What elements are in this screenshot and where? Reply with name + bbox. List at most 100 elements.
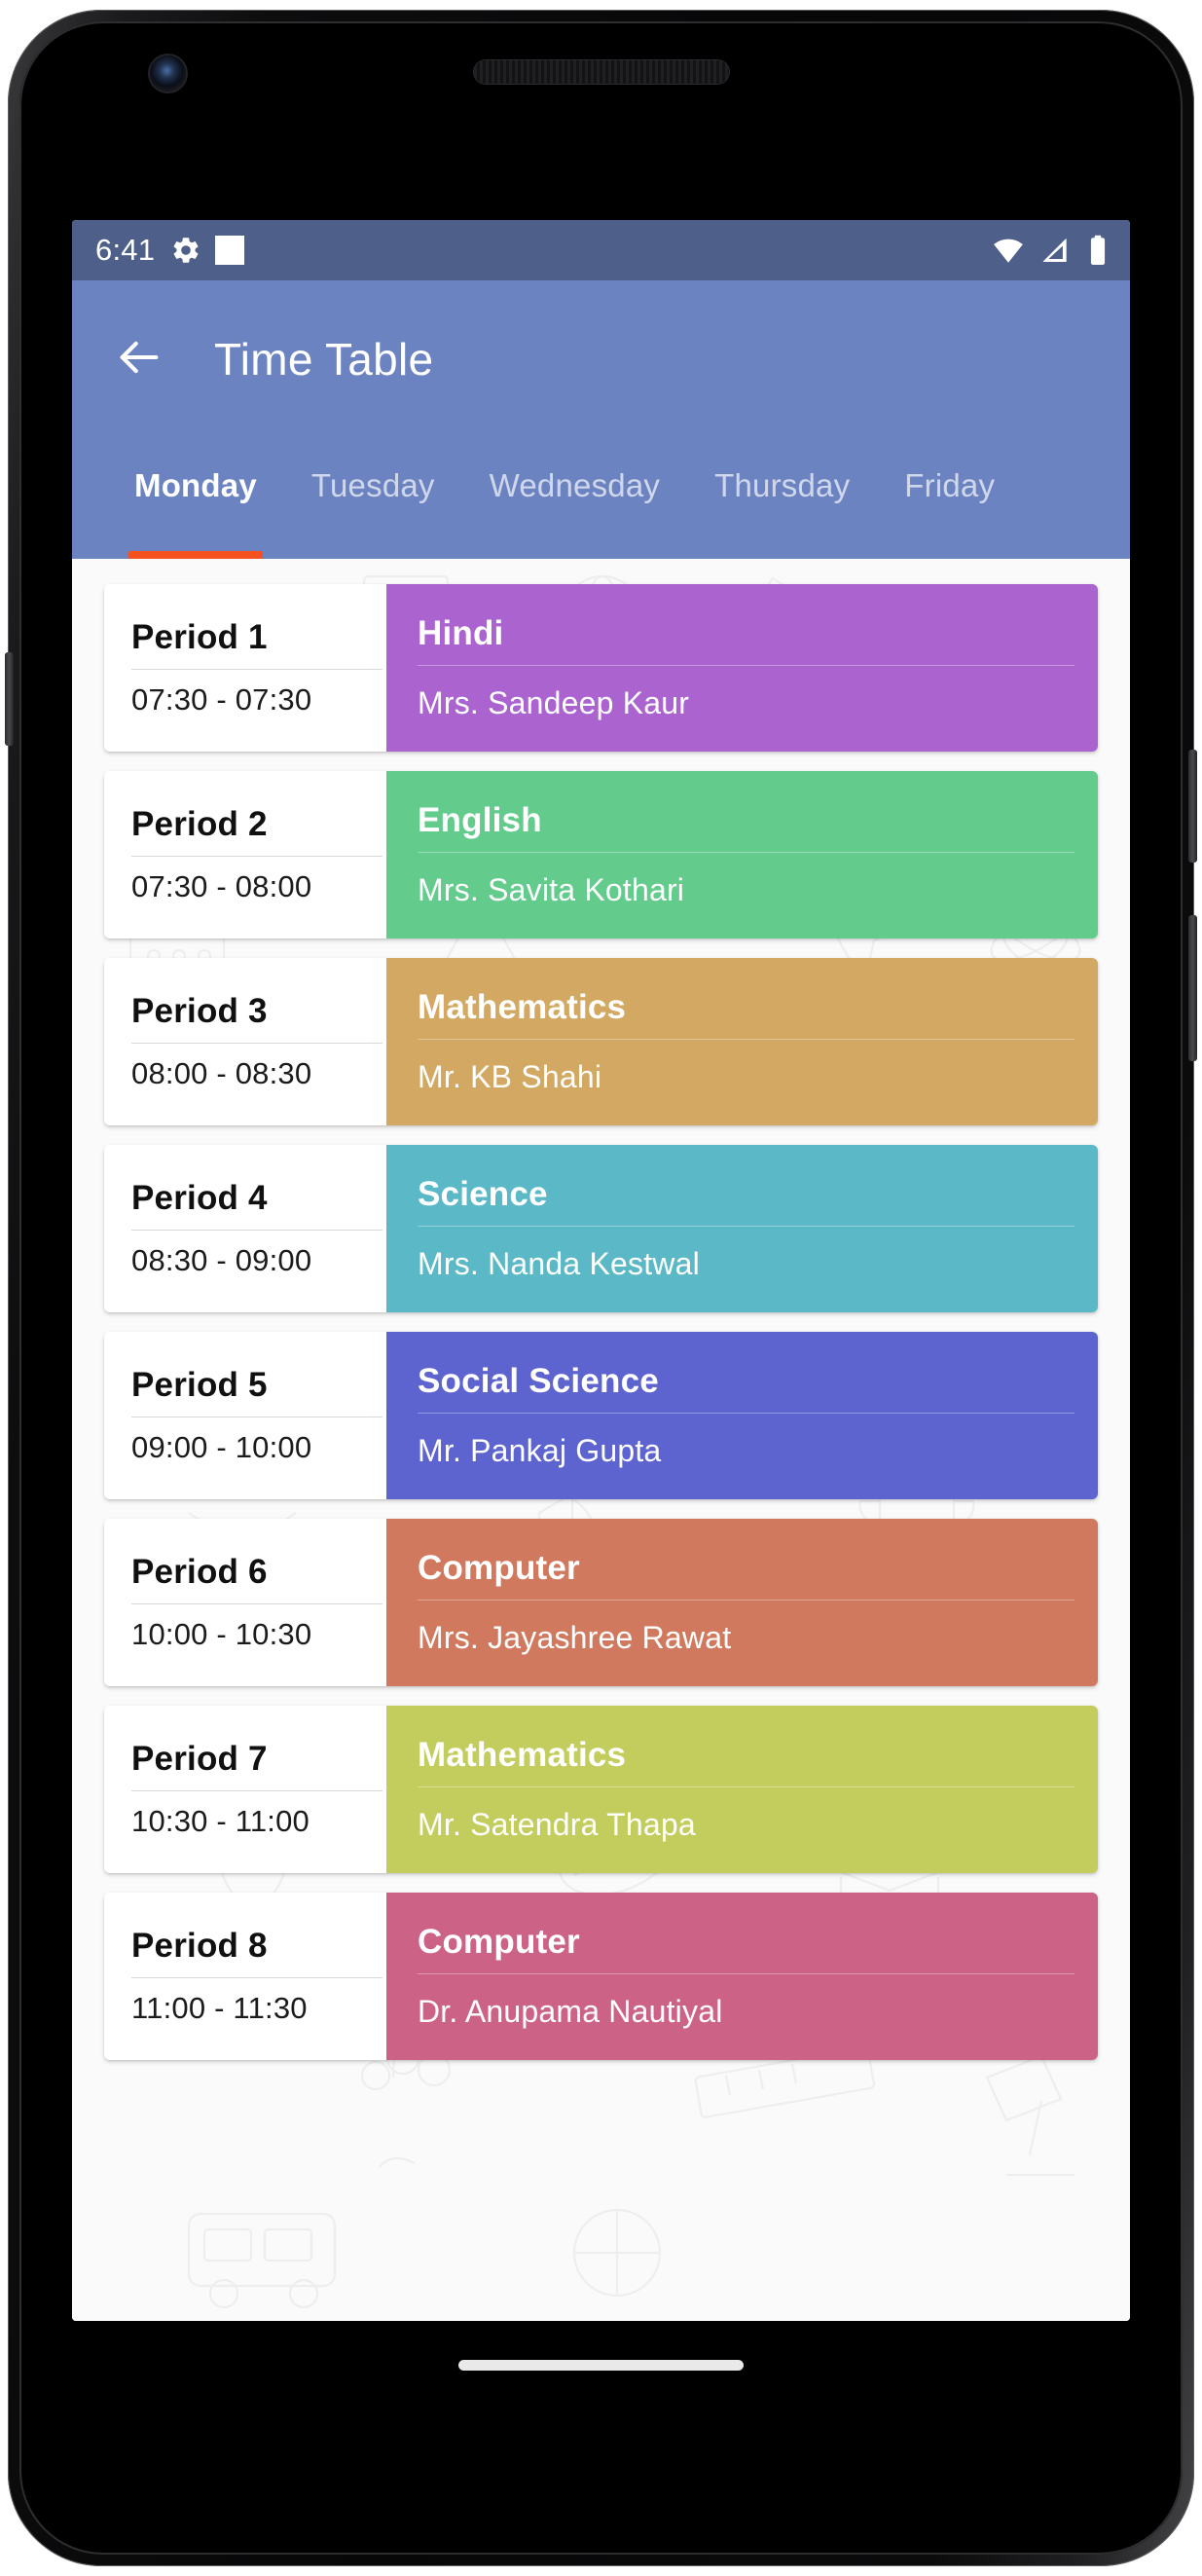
tab-thursday[interactable]: Thursday: [687, 438, 877, 559]
subject-cell: Social Science Mr. Pankaj Gupta: [386, 1332, 1098, 1499]
period-divider: [131, 669, 382, 670]
period-info-cell: Period 4 08:30 - 09:00: [104, 1145, 386, 1312]
teacher-label: Mr. KB Shahi: [418, 1059, 602, 1094]
status-bar-clock: 6:41: [95, 233, 156, 267]
subject-label: Social Science: [418, 1362, 659, 1400]
home-gesture-indicator[interactable]: [458, 2360, 744, 2371]
period-info-cell: Period 5 09:00 - 10:00: [104, 1332, 386, 1499]
power-button[interactable]: [1188, 750, 1197, 863]
notification-square-icon: [215, 236, 245, 265]
subject-cell: Hindi Mrs. Sandeep Kaur: [386, 584, 1098, 752]
table-row[interactable]: Period 1 07:30 - 07:30 Hindi Mrs. Sandee…: [104, 584, 1098, 752]
period-divider: [131, 1043, 382, 1044]
period-label: Period 5: [131, 1366, 268, 1404]
tab-label: Thursday: [714, 467, 851, 503]
period-info-cell: Period 8 11:00 - 11:30: [104, 1893, 386, 2060]
battery-icon: [1087, 234, 1109, 267]
table-row[interactable]: Period 5 09:00 - 10:00 Social Science Mr…: [104, 1332, 1098, 1499]
subject-divider: [418, 852, 1075, 853]
subject-cell: Mathematics Mr. KB Shahi: [386, 958, 1098, 1125]
period-info-cell: Period 1 07:30 - 07:30: [104, 584, 386, 752]
period-label: Period 8: [131, 1927, 268, 1965]
page-title: Time Table: [214, 334, 434, 385]
period-divider: [131, 1603, 382, 1604]
subject-label: Science: [418, 1175, 548, 1213]
table-row[interactable]: Period 7 10:30 - 11:00 Mathematics Mr. S…: [104, 1706, 1098, 1873]
period-divider: [131, 856, 382, 857]
subject-label: Hindi: [418, 614, 504, 652]
table-row[interactable]: Period 3 08:00 - 08:30 Mathematics Mr. K…: [104, 958, 1098, 1125]
tab-label: Wednesday: [489, 467, 661, 503]
table-row[interactable]: Period 4 08:30 - 09:00 Science Mrs. Nand…: [104, 1145, 1098, 1312]
subject-cell: Science Mrs. Nanda Kestwal: [386, 1145, 1098, 1312]
subject-label: English: [418, 801, 542, 839]
tab-active-indicator: [128, 551, 263, 559]
subject-cell: English Mrs. Savita Kothari: [386, 771, 1098, 938]
period-label: Period 2: [131, 805, 268, 843]
teacher-label: Mrs. Sandeep Kaur: [418, 685, 690, 720]
earpiece-speaker-grille: [474, 60, 729, 84]
period-time: 07:30 - 08:00: [131, 869, 312, 903]
system-navigation-bar: [72, 2321, 1130, 2447]
subject-cell: Mathematics Mr. Satendra Thapa: [386, 1706, 1098, 1873]
volume-button[interactable]: [1188, 915, 1197, 1061]
period-time: 08:30 - 09:00: [131, 1243, 312, 1277]
period-info-cell: Period 6 10:00 - 10:30: [104, 1519, 386, 1686]
table-row[interactable]: Period 2 07:30 - 08:00 English Mrs. Savi…: [104, 771, 1098, 938]
app-bar: Time Table: [72, 280, 1130, 438]
teacher-label: Dr. Anupama Nautiyal: [418, 1994, 723, 2029]
subject-label: Computer: [418, 1549, 580, 1587]
period-divider: [131, 1230, 382, 1231]
tab-friday[interactable]: Friday: [877, 438, 1022, 559]
timetable-content: Period 1 07:30 - 07:30 Hindi Mrs. Sandee…: [72, 559, 1130, 2321]
subject-divider: [418, 1413, 1075, 1414]
subject-label: Mathematics: [418, 988, 627, 1026]
period-time: 10:30 - 11:00: [131, 1804, 310, 1838]
subject-divider: [418, 1226, 1075, 1227]
tab-monday[interactable]: Monday: [107, 438, 284, 559]
tab-label: Friday: [904, 467, 996, 503]
table-row[interactable]: Period 6 10:00 - 10:30 Computer Mrs. Jay…: [104, 1519, 1098, 1686]
tab-tuesday[interactable]: Tuesday: [284, 438, 462, 559]
status-bar: 6:41: [72, 220, 1130, 280]
period-time: 09:00 - 10:00: [131, 1430, 312, 1464]
period-label: Period 3: [131, 992, 268, 1030]
subject-cell: Computer Dr. Anupama Nautiyal: [386, 1893, 1098, 2060]
status-bar-system-icons: [992, 234, 1109, 267]
front-camera-lens: [150, 55, 186, 92]
period-label: Period 6: [131, 1553, 268, 1591]
subject-divider: [418, 1786, 1075, 1787]
period-time: 10:00 - 10:30: [131, 1617, 312, 1651]
tab-wednesday[interactable]: Wednesday: [462, 438, 687, 559]
day-tab-bar[interactable]: Monday Tuesday Wednesday Thursday Friday: [72, 438, 1130, 559]
period-label: Period 4: [131, 1179, 268, 1217]
period-divider: [131, 1790, 382, 1791]
subject-divider: [418, 1973, 1075, 1974]
table-row[interactable]: Period 8 11:00 - 11:30 Computer Dr. Anup…: [104, 1893, 1098, 2060]
subject-label: Computer: [418, 1923, 580, 1961]
period-divider: [131, 1977, 382, 1978]
tab-label: Monday: [134, 467, 257, 503]
cellular-signal-icon: [1040, 235, 1072, 266]
gear-icon: [170, 235, 201, 266]
teacher-label: Mr. Pankaj Gupta: [418, 1433, 662, 1468]
assistant-button[interactable]: [5, 652, 14, 746]
period-time: 11:00 - 11:30: [131, 1991, 308, 2025]
phone-screen: 6:41 Time Table Monday Tuesday Wednesday…: [72, 220, 1130, 2321]
teacher-label: Mrs. Savita Kothari: [418, 872, 685, 907]
period-label: Period 1: [131, 618, 268, 656]
period-list[interactable]: Period 1 07:30 - 07:30 Hindi Mrs. Sandee…: [72, 584, 1130, 2060]
tab-label: Tuesday: [310, 467, 435, 503]
status-bar-notification-icons: [170, 235, 245, 266]
teacher-label: Mr. Satendra Thapa: [418, 1807, 696, 1842]
teacher-label: Mrs. Nanda Kestwal: [418, 1246, 700, 1281]
subject-divider: [418, 1039, 1075, 1040]
period-info-cell: Period 3 08:00 - 08:30: [104, 958, 386, 1125]
phone-device-frame: 6:41 Time Table Monday Tuesday Wednesday…: [5, 10, 1197, 2566]
period-time: 07:30 - 07:30: [131, 682, 312, 717]
back-button[interactable]: [101, 321, 177, 397]
period-info-cell: Period 7 10:30 - 11:00: [104, 1706, 386, 1873]
period-info-cell: Period 2 07:30 - 08:00: [104, 771, 386, 938]
back-arrow-icon: [114, 332, 164, 387]
period-label: Period 7: [131, 1740, 268, 1778]
